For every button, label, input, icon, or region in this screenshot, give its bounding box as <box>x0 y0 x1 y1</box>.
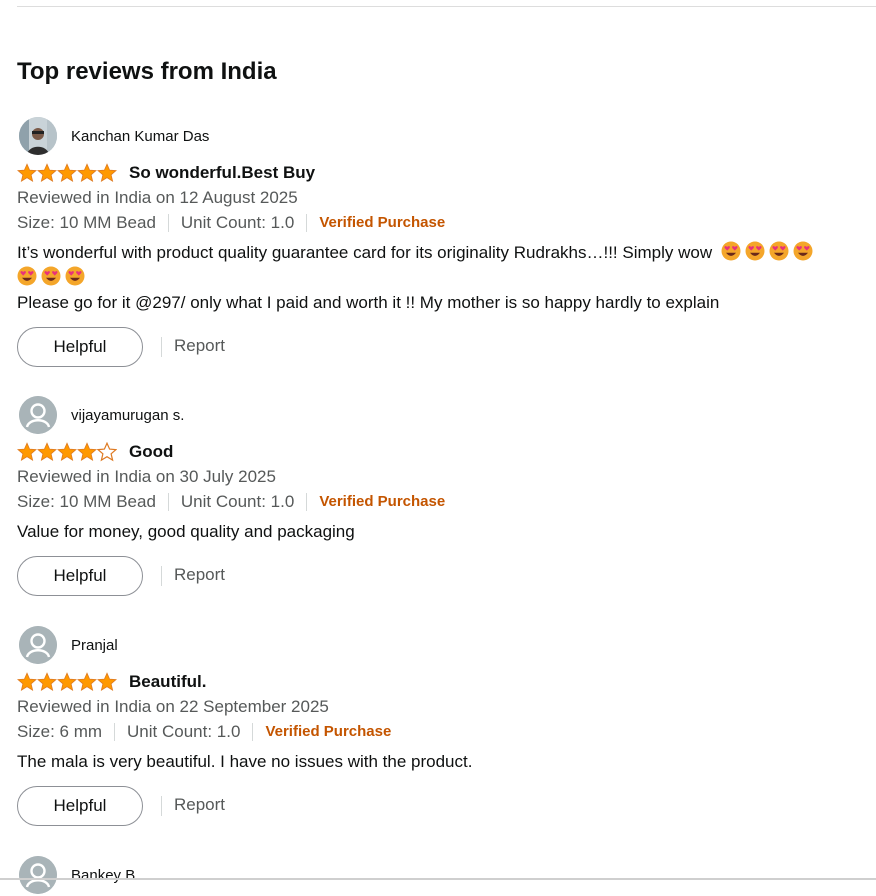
review-body-line: Please go for it @297/ only what I paid … <box>17 293 720 312</box>
review-title[interactable]: So wonderful.Best Buy <box>129 162 315 184</box>
star-filled-icon <box>37 672 57 691</box>
review-item: Pranjal Beautiful. Reviewed in India on … <box>17 626 872 828</box>
review-title[interactable]: Good <box>129 441 173 463</box>
report-link[interactable]: Report <box>174 794 225 816</box>
review-item: Kanchan Kumar Das So wonderful.Best Buy … <box>17 117 872 369</box>
star-filled-icon <box>17 672 37 691</box>
divider <box>161 796 162 816</box>
reviewer-profile[interactable]: Kanchan Kumar Das <box>17 117 872 157</box>
helpful-button[interactable]: Helpful <box>17 786 143 826</box>
heart-eyes-emoji-group <box>717 241 813 262</box>
star-rating[interactable] <box>17 442 117 462</box>
divider <box>306 213 308 232</box>
star-filled-icon <box>77 163 97 182</box>
divider <box>114 722 116 741</box>
variant-size[interactable]: Size: 6 mm <box>17 720 102 744</box>
variant-size[interactable]: Size: 10 MM Bead <box>17 490 156 514</box>
default-avatar-icon[interactable] <box>19 856 57 894</box>
report-link[interactable]: Report <box>174 335 225 357</box>
divider <box>161 566 162 586</box>
review-body: It’s wonderful with product quality guar… <box>17 240 872 315</box>
top-divider <box>17 6 876 7</box>
star-filled-icon <box>57 163 77 182</box>
divider <box>167 213 169 232</box>
review-meta: Size: 10 MM Bead Unit Count: 1.0 Verifie… <box>17 489 872 514</box>
review-body-line: It’s wonderful with product quality guar… <box>17 243 713 262</box>
review-meta: Size: 6 mm Unit Count: 1.0 Verified Purc… <box>17 719 872 744</box>
reviewer-name[interactable]: Pranjal <box>71 637 118 655</box>
star-filled-icon <box>17 442 37 461</box>
star-filled-icon <box>57 672 77 691</box>
divider <box>306 492 308 511</box>
variant-unit-count[interactable]: Unit Count: 1.0 <box>181 211 294 235</box>
review-meta: Size: 10 MM Bead Unit Count: 1.0 Verifie… <box>17 210 872 235</box>
variant-unit-count[interactable]: Unit Count: 1.0 <box>127 720 240 744</box>
avatar-photo[interactable] <box>19 117 57 155</box>
review-date: Reviewed in India on 30 July 2025 <box>17 467 276 486</box>
default-avatar-icon[interactable] <box>19 626 57 664</box>
report-link[interactable]: Report <box>174 564 225 586</box>
divider <box>167 492 169 511</box>
star-filled-icon <box>37 442 57 461</box>
reviewer-name[interactable]: Bankey B <box>71 867 135 885</box>
reviewer-profile[interactable]: Pranjal <box>17 626 872 666</box>
star-filled-icon <box>17 163 37 182</box>
star-rating[interactable] <box>17 672 117 692</box>
heart-eyes-emoji-icon <box>745 241 765 261</box>
variant-unit-count[interactable]: Unit Count: 1.0 <box>181 490 294 514</box>
heart-eyes-emoji-icon <box>793 241 813 261</box>
star-filled-icon <box>57 442 77 461</box>
star-filled-icon <box>97 672 117 691</box>
star-rating[interactable] <box>17 163 117 183</box>
review-body: The mala is very beautiful. I have no is… <box>17 752 473 771</box>
review-body: Value for money, good quality and packag… <box>17 522 355 541</box>
reviewer-name[interactable]: Kanchan Kumar Das <box>71 128 209 146</box>
star-empty-icon <box>96 442 117 462</box>
heart-eyes-emoji-icon <box>769 241 789 261</box>
heart-eyes-emoji-icon <box>41 266 61 286</box>
divider <box>252 722 254 741</box>
review-date: Reviewed in India on 12 August 2025 <box>17 188 298 207</box>
variant-size[interactable]: Size: 10 MM Bead <box>17 211 156 235</box>
star-filled-icon <box>77 442 97 461</box>
default-avatar-icon[interactable] <box>19 396 57 434</box>
verified-purchase-badge[interactable]: Verified Purchase <box>319 490 445 514</box>
reviewer-name[interactable]: vijayamurugan s. <box>71 407 184 425</box>
section-title: Top reviews from India <box>17 58 277 85</box>
heart-eyes-emoji-group <box>17 266 85 287</box>
heart-eyes-emoji-icon <box>17 266 37 286</box>
review-date: Reviewed in India on 22 September 2025 <box>17 697 329 716</box>
star-filled-icon <box>97 163 117 182</box>
review-item: Bankey B <box>17 856 872 896</box>
helpful-button[interactable]: Helpful <box>17 556 143 596</box>
heart-eyes-emoji-icon <box>721 241 741 261</box>
reviewer-profile[interactable]: Bankey B <box>17 856 872 896</box>
verified-purchase-badge[interactable]: Verified Purchase <box>265 720 391 744</box>
helpful-button[interactable]: Helpful <box>17 327 143 367</box>
reviewer-profile[interactable]: vijayamurugan s. <box>17 396 872 436</box>
divider <box>161 337 162 357</box>
heart-eyes-emoji-icon <box>65 266 85 286</box>
review-item: vijayamurugan s. Good Reviewed in India … <box>17 396 872 598</box>
star-filled-icon <box>77 672 97 691</box>
star-filled-icon <box>37 163 57 182</box>
review-title[interactable]: Beautiful. <box>129 671 206 693</box>
verified-purchase-badge[interactable]: Verified Purchase <box>319 211 445 235</box>
